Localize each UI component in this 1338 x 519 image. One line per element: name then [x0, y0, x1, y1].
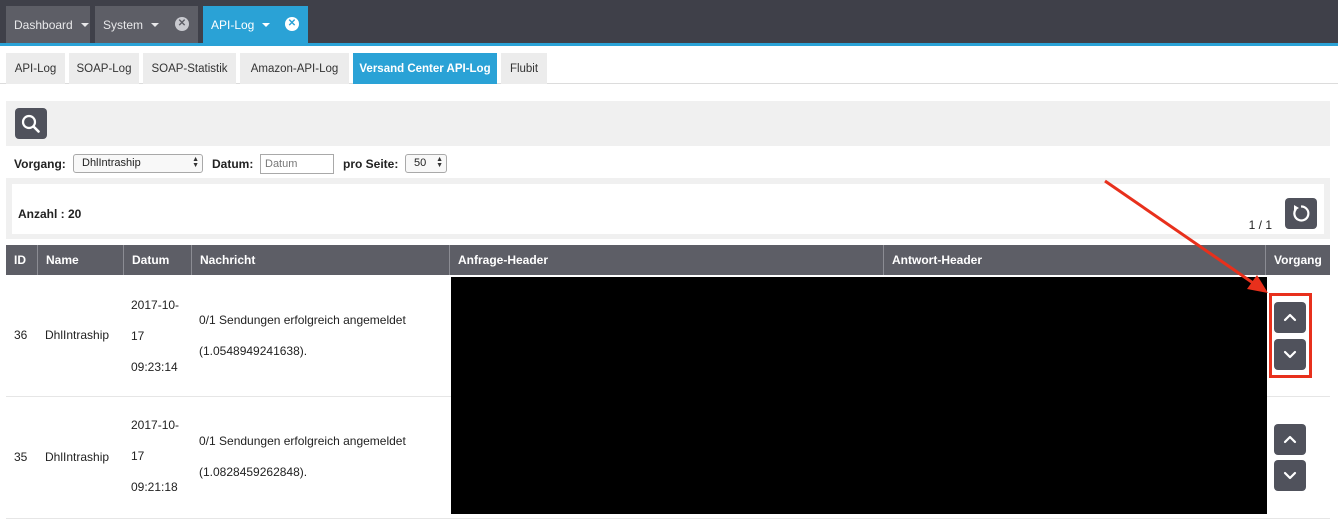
app-root: Dashboard System ✕ API-Log ✕ API-Log SOA…	[0, 0, 1338, 519]
annotation-arrow-icon	[1104, 179, 1268, 293]
